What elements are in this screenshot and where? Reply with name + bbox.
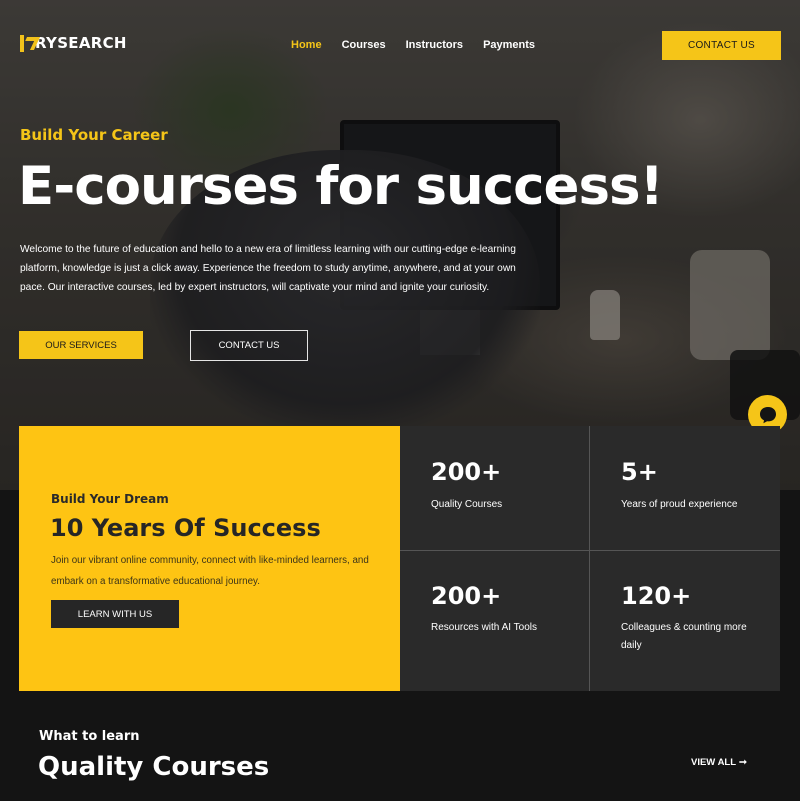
hero-eyebrow: Build Your Career [20,126,168,144]
nav-item-payments[interactable]: Payments [483,39,535,51]
stat-value: 200+ [431,582,502,610]
stats-divider-horizontal [400,550,780,551]
courses-eyebrow: What to learn [39,729,140,744]
main-nav: Home Courses Instructors Payments [291,39,535,51]
view-all-link[interactable]: VIEW ALL ➞ [691,757,747,768]
hero-description: Welcome to the future of education and h… [20,244,516,293]
learn-with-us-button[interactable]: LEARN WITH US [51,600,179,628]
nav-item-home[interactable]: Home [291,39,322,51]
dream-eyebrow: Build Your Dream [51,492,169,506]
stat-label: Years of proud experience [621,499,738,510]
chat-bubble-icon [759,406,776,423]
arrow-right-icon: ➞ [739,757,748,768]
nav-item-courses[interactable]: Courses [342,39,386,51]
stat-colleagues: 120+ Colleagues & counting more daily [590,550,780,682]
logo-k-icon [20,34,34,52]
header-contact-button[interactable]: CONTACT US [662,31,781,60]
stat-label: Resources with AI Tools [431,622,537,633]
logo-text: RYSEARCH [35,34,127,52]
view-all-label: VIEW ALL [691,757,737,768]
stat-label: Colleagues & counting more daily [621,622,747,651]
stats-divider-vertical [589,426,590,691]
hero-title: E-courses for success! [18,156,664,217]
site-logo[interactable]: RYSEARCH [20,33,127,53]
hero-contact-button[interactable]: CONTACT US [190,330,308,361]
our-services-button[interactable]: OUR SERVICES [19,331,143,359]
dream-description: Join our vibrant online community, conne… [51,555,369,587]
courses-title: Quality Courses [38,752,270,782]
stats-panel: 200+ Quality Courses 5+ Years of proud e… [400,426,780,691]
stat-ai-resources: 200+ Resources with AI Tools [400,550,590,682]
stat-years-experience: 5+ Years of proud experience [590,426,780,558]
nav-item-instructors[interactable]: Instructors [406,39,463,51]
stat-value: 5+ [621,458,658,486]
stat-label: Quality Courses [431,499,503,510]
stat-quality-courses: 200+ Quality Courses [400,426,590,558]
dream-title: 10 Years Of Success [50,514,321,542]
stat-value: 200+ [431,458,502,486]
stat-value: 120+ [621,582,692,610]
dream-panel: Build Your Dream 10 Years Of Success Joi… [19,426,400,691]
